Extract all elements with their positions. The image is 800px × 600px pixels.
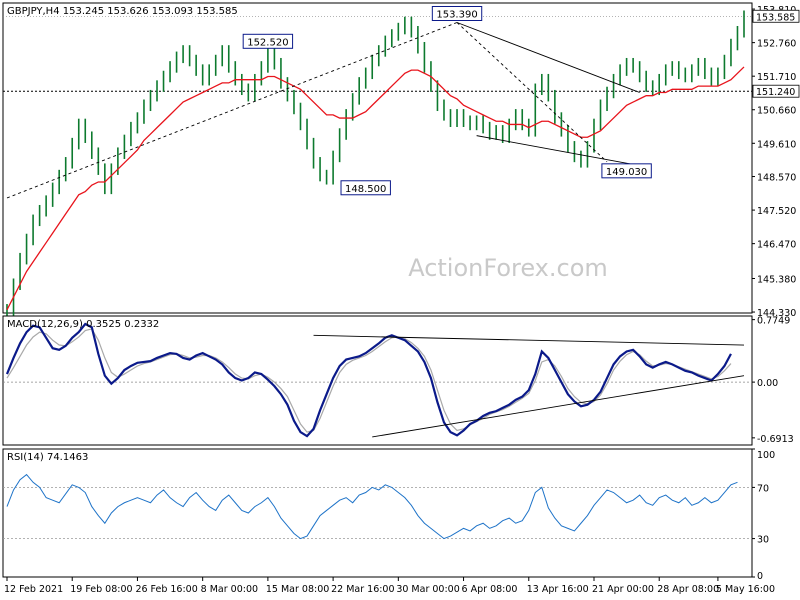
rsi-y-tick-label: 0 — [757, 571, 763, 582]
macd-title: MACD(12,26,9) 0.3525 0.2332 — [7, 319, 159, 330]
x-tick-label: 21 Apr 00:00 — [592, 584, 654, 595]
watermark: ActionForex.com — [408, 254, 608, 282]
price-y-tick-label: 150.660 — [757, 106, 796, 117]
x-tick-label: 28 Apr 08:00 — [657, 584, 719, 595]
price-y-tick-label: 152.760 — [757, 39, 796, 50]
x-tick-label: 15 Mar 08:00 — [266, 584, 329, 595]
x-tick-label: 22 Mar 16:00 — [331, 584, 394, 595]
rsi-y-tick-label: 70 — [757, 483, 769, 494]
last-price-label: 153.585 — [756, 12, 795, 23]
price-annotation: 153.390 — [436, 9, 477, 20]
price-y-tick-label: 149.610 — [757, 139, 796, 150]
chart-svg: ActionForex.com 152.520 148.500 153.390 149.… — [2, 2, 800, 595]
macd-y-tick-label: 0.00 — [757, 378, 778, 389]
rsi-y-tick-label: 30 — [757, 535, 769, 546]
rsi-y-tick-label: 100 — [757, 450, 775, 461]
panel-frame-price — [2, 2, 753, 314]
x-tick-label: 6 Apr 08:00 — [462, 584, 518, 595]
x-tick-label: 26 Feb 16:00 — [135, 584, 197, 595]
x-tick-label: 5 May 16:00 — [716, 584, 775, 595]
chart-stage: ActionForex.com 152.520 148.500 153.390 149.… — [0, 0, 800, 600]
x-tick-label: 13 Apr 16:00 — [527, 584, 589, 595]
macd-y-tick-label: 0.7749 — [757, 316, 790, 327]
price-y-tick-label: 147.520 — [757, 206, 796, 217]
price-y-tick-label: 145.380 — [757, 274, 796, 285]
macd-y-tick-label: -0.6913 — [757, 434, 794, 445]
price-annotation: 149.030 — [606, 167, 647, 178]
price-annotation: 148.500 — [345, 184, 386, 195]
price-y-tick-label: 148.570 — [757, 173, 796, 184]
level-price-label: 151.240 — [756, 87, 795, 98]
x-tick-label: 8 Mar 00:00 — [201, 584, 258, 595]
price-y-tick-label: 146.470 — [757, 240, 796, 251]
x-tick-label: 12 Feb 2021 — [4, 584, 63, 595]
price-title: GBPJPY,H4 153.245 153.626 153.093 153.58… — [7, 6, 238, 17]
rsi-title: RSI(14) 74.1463 — [7, 452, 88, 463]
x-tick-label: 30 Mar 00:00 — [396, 584, 459, 595]
x-tick-label: 19 Feb 08:00 — [70, 584, 132, 595]
price-y-tick-label: 151.710 — [757, 72, 796, 83]
price-annotation: 152.520 — [247, 37, 288, 48]
panel-frame-rsi — [2, 448, 753, 578]
